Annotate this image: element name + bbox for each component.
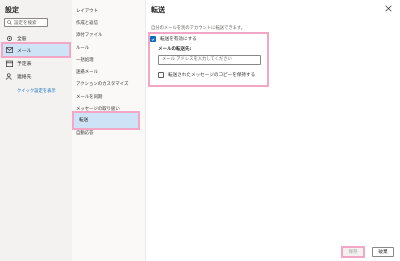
keep-copy-option[interactable]: 転送されたメッセージのコピーを保持する — [158, 72, 255, 78]
gear-icon — [6, 35, 13, 42]
nav-item-label: メール — [17, 48, 32, 54]
mail-submenu: レイアウト 作成と返信 添付ファイル ルール 一括処理 迷惑メール アクションの… — [72, 0, 146, 261]
settings-search-input[interactable]: 設定を検索 — [4, 18, 48, 27]
submenu-item-forwarding[interactable]: 転送 — [72, 111, 140, 130]
quick-settings-link[interactable]: クイック設定を表示 — [17, 88, 56, 94]
submenu-item-attachments[interactable]: 添付ファイル — [76, 32, 102, 38]
submenu-item-layout[interactable]: レイアウト — [76, 8, 98, 14]
submenu-item-message-handling[interactable]: メッセージの取り扱い — [76, 106, 120, 112]
mail-icon — [6, 47, 13, 54]
submenu-item-customize-actions[interactable]: アクションのカスタマイズ — [76, 81, 128, 87]
submenu-item-junk[interactable]: 迷惑メール — [76, 69, 98, 75]
save-button[interactable]: 保存 — [341, 246, 365, 258]
keep-copy-label: 転送されたメッセージのコピーを保持する — [168, 73, 256, 78]
nav-item-label: 予定表 — [17, 61, 32, 67]
nav-item-people[interactable]: 連絡先 — [3, 70, 69, 82]
page-title: 転送 — [151, 6, 165, 14]
people-icon — [6, 72, 13, 80]
calendar-icon — [6, 60, 13, 67]
search-placeholder: 設定を検索 — [14, 20, 37, 26]
submenu-item-rules[interactable]: ルール — [76, 45, 89, 51]
forward-address-input[interactable]: メール アドレスを入力してください — [158, 55, 261, 65]
forward-to-label: メールの転送先: — [158, 47, 192, 52]
nav-item-label: 全般 — [17, 36, 27, 42]
discard-button[interactable]: 破棄 — [372, 247, 394, 257]
submenu-item-label: 転送 — [79, 118, 89, 123]
nav-item-calendar[interactable]: 予定表 — [3, 57, 69, 69]
close-icon[interactable] — [385, 5, 392, 12]
submenu-item-compose[interactable]: 作成と返信 — [76, 20, 98, 26]
keep-copy-checkbox[interactable] — [158, 72, 164, 78]
checkmark-icon — [151, 37, 155, 41]
search-icon — [7, 20, 12, 25]
enable-forwarding-option[interactable]: 転送を有効にする — [150, 36, 197, 42]
forwarding-panel: 転送 自分のメールを別のアカウントに転送できます。 転送を有効にする メールの転… — [146, 0, 400, 261]
settings-title: 設定 — [5, 6, 19, 14]
forwarding-description: 自分のメールを別のアカウントに転送できます。 — [151, 26, 246, 31]
enable-forwarding-label: 転送を有効にする — [160, 37, 197, 42]
submenu-item-sync[interactable]: メールを同期 — [76, 94, 102, 100]
nav-item-label: 連絡先 — [17, 74, 32, 80]
nav-item-mail[interactable]: メール — [1, 42, 71, 58]
settings-nav-pane: 設定 設定を検索 全般 メール 予定表 連絡先 クイック設定を表示 — [0, 0, 72, 261]
submenu-item-sweep[interactable]: 一括処理 — [76, 57, 94, 63]
submenu-item-auto-replies[interactable]: 自動応答 — [76, 130, 94, 136]
enable-forwarding-checkbox[interactable] — [150, 36, 156, 42]
nav-item-general[interactable]: 全般 — [3, 32, 69, 44]
